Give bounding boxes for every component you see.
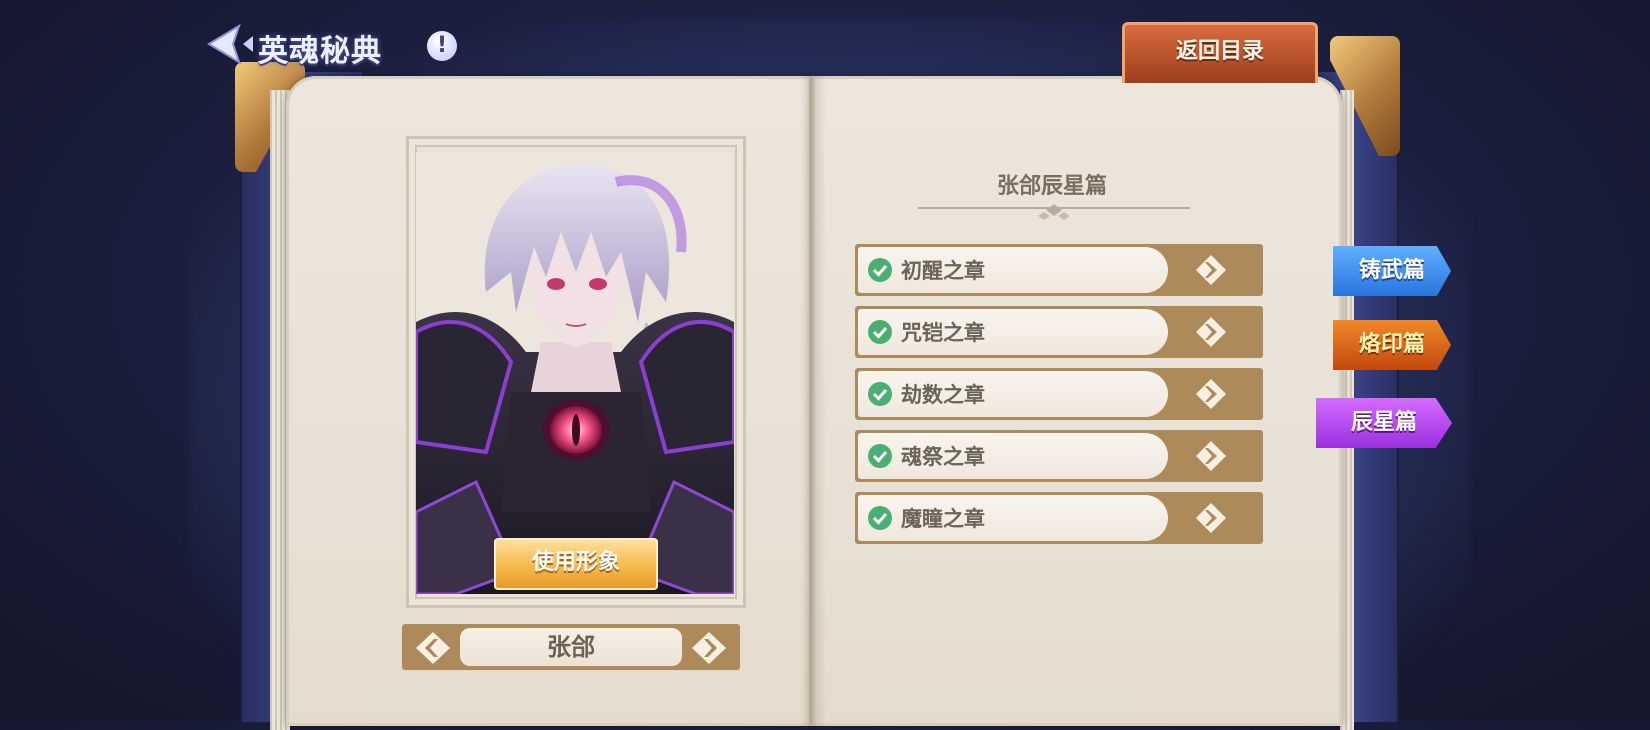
tab-laoyin[interactable]: 烙印篇 — [1333, 320, 1451, 370]
prev-hero-button[interactable] — [414, 630, 452, 666]
chapter-item[interactable]: 魔瞳之章 — [855, 492, 1263, 544]
chapter-item[interactable]: 魂祭之章 — [855, 430, 1263, 482]
use-appearance-button[interactable]: 使用形象 — [494, 538, 658, 590]
page-title: 英魂秘典 — [258, 34, 382, 69]
check-circle-icon — [868, 506, 892, 530]
chapter-label: 劫数之章 — [901, 383, 985, 407]
return-to-catalog-button[interactable]: 返回目录 — [1122, 22, 1318, 83]
prev-arrow-icon — [416, 632, 450, 664]
back-button[interactable] — [205, 23, 257, 65]
next-hero-button[interactable] — [690, 630, 728, 666]
hero-portrait-art — [416, 163, 734, 594]
chapter-item[interactable]: 劫数之章 — [855, 368, 1263, 420]
check-circle-icon — [868, 382, 892, 406]
diamond-arrow-icon — [1196, 317, 1226, 347]
diamond-arrow-icon — [1196, 255, 1226, 285]
diamond-arrow-icon — [1196, 503, 1226, 533]
check-circle-icon — [868, 320, 892, 344]
diamond-arrow-icon — [1196, 441, 1226, 471]
hero-portrait — [416, 152, 734, 594]
check-circle-icon — [868, 258, 892, 282]
info-icon[interactable]: ! — [427, 31, 457, 61]
chapter-item[interactable]: 咒铠之章 — [855, 306, 1263, 358]
chapter-label: 魂祭之章 — [901, 445, 985, 469]
diamond-arrow-icon — [1196, 379, 1226, 409]
title-divider — [918, 204, 1190, 220]
chapter-label: 咒铠之章 — [901, 321, 985, 345]
section-title: 张郃辰星篇 — [996, 174, 1107, 199]
next-arrow-icon — [692, 632, 726, 664]
chapter-item[interactable]: 初醒之章 — [855, 244, 1263, 296]
back-arrow-icon — [207, 23, 253, 65]
check-circle-icon — [868, 444, 892, 468]
book-spine — [800, 76, 826, 726]
chapter-label: 初醒之章 — [901, 259, 985, 283]
tab-chenxing[interactable]: 辰星篇 — [1316, 398, 1452, 448]
chapter-label: 魔瞳之章 — [901, 507, 985, 531]
hero-name: 张郃 — [460, 628, 682, 666]
tab-zhuwu[interactable]: 铸武篇 — [1333, 246, 1451, 296]
